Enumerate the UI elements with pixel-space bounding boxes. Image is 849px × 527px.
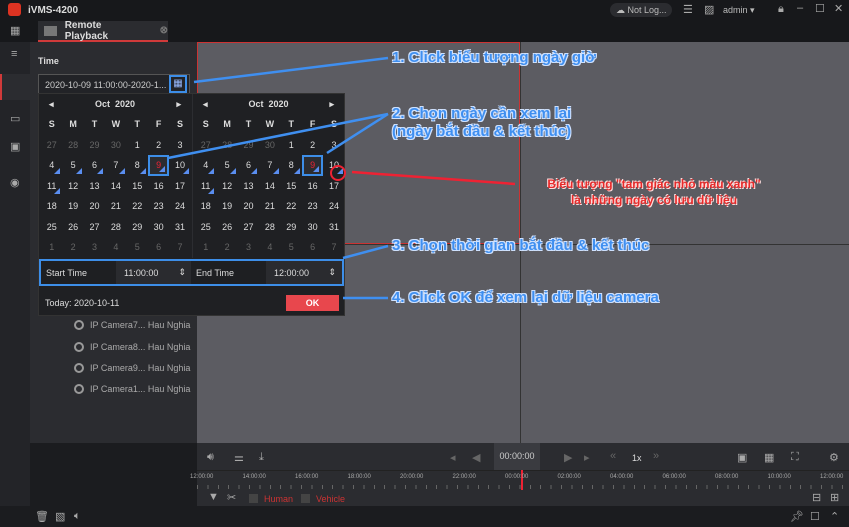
arrow-step1 bbox=[193, 56, 389, 84]
arrow-note bbox=[351, 170, 516, 186]
annotation-step1: 1. Click biểu tượng ngày giờ bbox=[392, 49, 596, 66]
annotation-step3: 3. Chọn thời gian bắt đầu & kết thúc bbox=[392, 237, 650, 254]
annotation-step4: 4. Click OK để xem lại dữ liệu camera bbox=[392, 289, 659, 306]
annotation-step2: 2. Chọn ngày cần xem lại (ngày bắt đầu & … bbox=[392, 105, 572, 140]
arrow-step3 bbox=[342, 244, 389, 260]
annotation-note: Biểu tượng "tam giác nhỏ màu xanh" là nhữ… bbox=[547, 177, 761, 207]
annotation-arrows bbox=[167, 56, 516, 300]
highlight-circle bbox=[330, 165, 346, 181]
